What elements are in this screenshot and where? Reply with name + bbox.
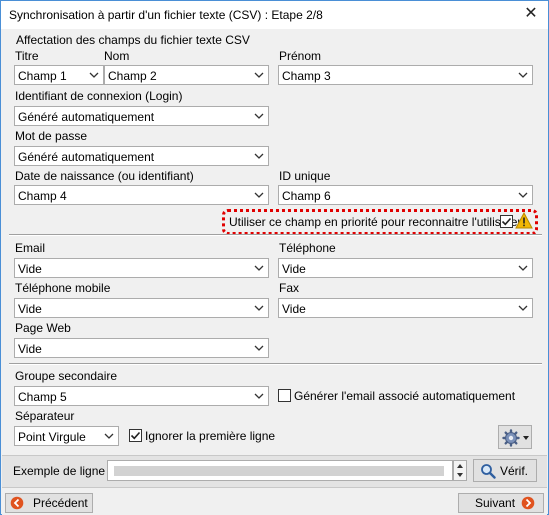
title-bar: Synchronisation à partir d'un fichier te… [1, 1, 548, 29]
fax-label: Fax [279, 281, 300, 295]
chevron-down-icon [518, 192, 528, 198]
email-value: Vide [18, 262, 42, 276]
prenom-value: Champ 3 [282, 69, 331, 83]
chevron-down-icon [518, 72, 528, 78]
chevron-down-icon [518, 305, 528, 311]
priority-label: Utiliser ce champ en priorité pour recon… [229, 215, 529, 229]
login-value: Généré automatiquement [18, 110, 155, 124]
birthdate-select[interactable]: Champ 4 [14, 185, 269, 205]
email-select[interactable]: Vide [14, 258, 269, 278]
ignore-first-label: Ignorer la première ligne [145, 429, 276, 443]
separator-field-label: Séparateur [15, 409, 75, 423]
magnifier-icon [481, 464, 496, 479]
previous-label: Précédent [33, 496, 88, 510]
blurred-text [114, 466, 444, 476]
chevron-down-icon [254, 345, 264, 351]
titre-select[interactable]: Champ 1 [14, 65, 104, 85]
next-button[interactable]: Suivant [458, 493, 544, 513]
chevron-down-icon [89, 72, 99, 78]
caret-down-icon [523, 436, 529, 440]
web-value: Vide [18, 342, 42, 356]
telephone-value: Vide [282, 262, 306, 276]
fax-select[interactable]: Vide [278, 298, 533, 318]
chevron-down-icon [254, 72, 264, 78]
ignore-first-checkbox[interactable] [129, 429, 142, 442]
gen-email-checkbox[interactable] [278, 389, 291, 402]
prenom-label: Prénom [279, 49, 322, 63]
group-title: Affectation des champs du fichier texte … [16, 33, 250, 47]
chevron-down-icon [254, 153, 264, 159]
chevron-down-icon [254, 192, 264, 198]
titre-value: Champ 1 [18, 69, 67, 83]
verify-label: Vérif. [500, 464, 529, 478]
email-label: Email [15, 241, 46, 255]
gen-email-label: Générer l'email associé automatiquement [294, 389, 516, 403]
birthdate-label: Date de naissance (ou identifiant) [15, 169, 194, 183]
priority-checkbox[interactable] [500, 215, 513, 228]
next-label: Suivant [475, 496, 516, 510]
titre-label: Titre [15, 49, 39, 63]
dialog-window: Synchronisation à partir d'un fichier te… [0, 0, 549, 515]
chevron-down-icon [254, 113, 264, 119]
example-spinner[interactable] [453, 460, 467, 481]
mobile-value: Vide [18, 302, 42, 316]
separator-value: Point Virgule [18, 430, 86, 444]
unique-id-label: ID unique [279, 169, 331, 183]
settings-button[interactable] [498, 425, 532, 449]
password-label: Mot de passe [15, 129, 88, 143]
chevron-down-icon [518, 265, 528, 271]
group2-value: Champ 5 [18, 390, 67, 404]
separator-line [9, 363, 542, 365]
separator-select[interactable]: Point Virgule [14, 426, 119, 446]
chevron-down-icon [254, 393, 264, 399]
spin-up-icon [457, 464, 463, 468]
birthdate-value: Champ 4 [18, 189, 67, 203]
nom-value: Champ 2 [108, 69, 157, 83]
warning-icon [515, 212, 533, 229]
prenom-select[interactable]: Champ 3 [278, 65, 533, 85]
login-select[interactable]: Généré automatiquement [14, 106, 269, 126]
mobile-label: Téléphone mobile [15, 281, 111, 295]
login-label: Identifiant de connexion (Login) [15, 89, 183, 103]
arrow-left-icon [10, 496, 24, 510]
window-title: Synchronisation à partir d'un fichier te… [9, 8, 323, 22]
telephone-label: Téléphone [279, 241, 336, 255]
telephone-select[interactable]: Vide [278, 258, 533, 278]
checkmark-icon [130, 431, 141, 440]
previous-button[interactable]: Précédent [5, 493, 93, 513]
example-line-field[interactable] [107, 460, 453, 481]
unique-id-select[interactable]: Champ 6 [278, 185, 533, 205]
mobile-select[interactable]: Vide [14, 298, 269, 318]
verify-button[interactable]: Vérif. [473, 459, 537, 482]
nom-select[interactable]: Champ 2 [104, 65, 269, 85]
separator-line [9, 234, 542, 236]
password-value: Généré automatiquement [18, 150, 155, 164]
close-button[interactable]: ✕ [520, 4, 542, 24]
password-select[interactable]: Généré automatiquement [14, 146, 269, 166]
chevron-down-icon [254, 265, 264, 271]
web-label: Page Web [15, 321, 71, 335]
chevron-down-icon [104, 433, 114, 439]
fax-value: Vide [282, 302, 306, 316]
group2-label: Groupe secondaire [15, 369, 118, 383]
example-label: Exemple de ligne : [13, 464, 112, 478]
web-select[interactable]: Vide [14, 338, 269, 358]
nom-label: Nom [104, 49, 130, 63]
group2-select[interactable]: Champ 5 [14, 386, 269, 406]
unique-id-value: Champ 6 [282, 189, 331, 203]
chevron-down-icon [254, 305, 264, 311]
gear-icon [502, 429, 520, 447]
checkmark-icon [501, 217, 512, 226]
arrow-right-icon [521, 496, 535, 510]
spin-down-icon [457, 473, 463, 477]
